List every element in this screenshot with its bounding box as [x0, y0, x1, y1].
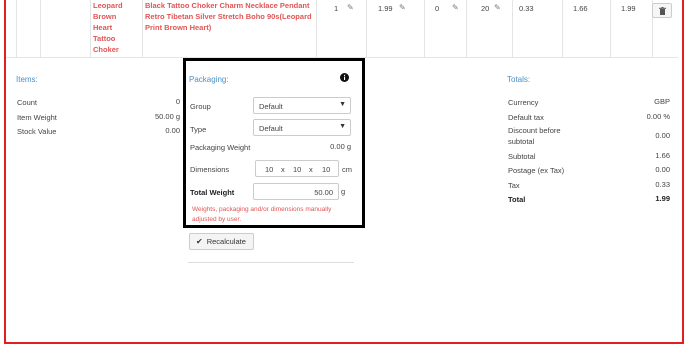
price-value: 1.99: [378, 4, 393, 13]
trash-icon: [658, 6, 666, 15]
total-weight-input[interactable]: 50.00: [253, 183, 339, 200]
type-select-value: Default: [259, 124, 283, 133]
group-select[interactable]: Default ▼: [253, 97, 351, 114]
totals-value: 1.66: [655, 151, 670, 160]
packaging-weight-label: Packaging Weight: [190, 143, 251, 152]
items-title: Items:: [16, 75, 38, 84]
items-label: Item Weight: [17, 113, 57, 122]
product-name-line[interactable]: Choker: [93, 44, 142, 55]
tax-rate-value: 20: [481, 4, 490, 13]
dimension-length-input[interactable]: 10: [265, 165, 273, 174]
dimensions-unit: cm: [342, 165, 352, 174]
caret-down-icon: ▼: [339, 123, 346, 130]
tax-cell: 0.33: [512, 0, 562, 58]
description-line[interactable]: Print Brown Heart): [145, 22, 316, 33]
pencil-icon[interactable]: ✎: [347, 3, 354, 12]
totals-value: 0.00: [655, 131, 670, 140]
totals-label: Tax: [508, 181, 520, 190]
totals-value: 0.00 %: [646, 112, 670, 121]
totals-title: Totals:: [507, 75, 531, 84]
type-label: Type: [190, 125, 207, 134]
product-name-line[interactable]: Tattoo: [93, 33, 142, 44]
recalculate-button[interactable]: ✔ Recalculate: [189, 233, 254, 250]
packaging-title: Packaging:: [189, 75, 229, 84]
totals-label: Currency: [508, 98, 539, 107]
tax-value: 0.33: [519, 4, 534, 13]
dimension-width-input[interactable]: 10: [293, 165, 301, 174]
dimensions-input-group: 10 x 10 x 10: [255, 160, 339, 177]
product-description-cell: Black Tattoo Choker Charm Necklace Penda…: [142, 0, 316, 58]
info-icon[interactable]: [340, 73, 349, 82]
product-name-line[interactable]: Brown: [93, 11, 142, 22]
line-total-value: 1.99: [621, 4, 636, 13]
line-total-cell: 1.99: [610, 0, 652, 58]
row-cell-spacer: [40, 0, 90, 58]
items-label: Stock Value: [17, 127, 57, 136]
items-value: 0.00: [165, 126, 180, 135]
totals-label: Discount before subtotal: [508, 126, 561, 146]
totals-label: Total: [508, 195, 526, 204]
product-name-line[interactable]: Leopard: [93, 0, 142, 11]
delete-button[interactable]: [652, 3, 672, 18]
recalculate-label: Recalculate: [206, 237, 246, 246]
description-line[interactable]: Black Tattoo Choker Charm Necklace Penda…: [145, 0, 316, 11]
tax-rate-cell: 20 ✎: [466, 0, 512, 58]
group-select-value: Default: [259, 102, 283, 111]
qty-cell: 1 ✎: [316, 0, 366, 58]
manual-adjust-warning: Weights, packaging and/or dimensions man…: [192, 206, 332, 223]
pencil-icon[interactable]: ✎: [452, 3, 459, 12]
row-cell-spacer: [16, 0, 40, 58]
items-value: 50.00 g: [154, 112, 180, 121]
total-weight-unit: g: [341, 187, 346, 196]
product-name-line[interactable]: Heart: [93, 22, 142, 33]
dimension-separator: x: [281, 165, 285, 174]
divider: [188, 262, 354, 263]
group-label: Group: [190, 102, 211, 111]
price-cell: 1.99 ✎: [366, 0, 424, 58]
discount-value: 0: [435, 4, 440, 13]
qty-value: 1: [334, 4, 339, 13]
total-weight-label: Total Weight: [190, 188, 235, 197]
product-name-cell: Leopard Brown Heart Tattoo Choker: [90, 0, 142, 58]
caret-down-icon: ▼: [339, 101, 346, 108]
items-value: 0: [175, 97, 180, 106]
dimension-separator: x: [309, 165, 313, 174]
packaging-weight-value: 0.00 g: [330, 142, 351, 151]
totals-label: Default tax: [508, 113, 544, 122]
totals-value: 0.33: [655, 180, 670, 189]
totals-value: GBP: [654, 97, 670, 106]
pencil-icon[interactable]: ✎: [399, 3, 406, 12]
table-row: Leopard Brown Heart Tattoo Choker Black …: [6, 0, 678, 58]
discount-cell: 0 ✎: [424, 0, 466, 58]
net-value: 1.66: [573, 4, 588, 13]
dimensions-label: Dimensions: [190, 165, 230, 174]
totals-value: 0.00: [655, 165, 670, 174]
totals-label: Subtotal: [508, 152, 536, 161]
type-select[interactable]: Default ▼: [253, 119, 351, 136]
dimension-height-input[interactable]: 10: [322, 165, 330, 174]
net-cell: 1.66: [562, 0, 610, 58]
items-label: Count: [17, 98, 38, 107]
description-line[interactable]: Retro Tibetan Silver Stretch Boho 90s(Le…: [145, 11, 316, 22]
totals-value: 1.99: [655, 194, 670, 203]
checkmark-icon: ✔: [196, 237, 203, 246]
pencil-icon[interactable]: ✎: [494, 3, 501, 12]
totals-label: Postage (ex Tax): [508, 166, 565, 175]
